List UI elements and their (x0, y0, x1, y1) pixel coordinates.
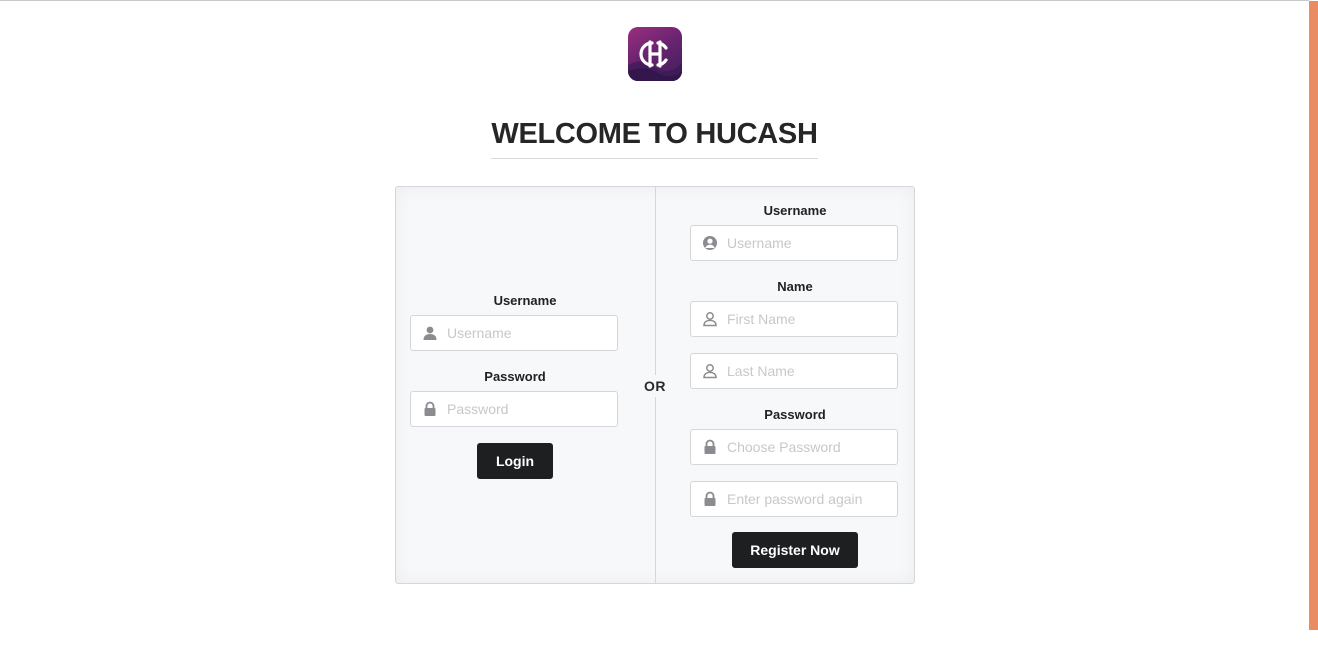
user-icon (422, 325, 438, 341)
or-separator: OR (640, 375, 670, 397)
register-username-field[interactable] (690, 225, 898, 261)
register-password-input[interactable] (727, 430, 893, 464)
lock-icon (702, 439, 718, 455)
register-last-name-field[interactable] (690, 353, 898, 389)
register-password-confirm-field[interactable] (690, 481, 898, 517)
login-password-label: Password (484, 369, 546, 384)
register-username-label: Username (763, 203, 827, 218)
login-username-label: Username (493, 293, 557, 308)
user-circle-icon (702, 235, 718, 251)
page-title: WELCOME TO HUCASH (491, 116, 818, 159)
login-username-input[interactable] (447, 316, 613, 350)
register-last-name-input[interactable] (727, 354, 893, 388)
login-username-field[interactable] (410, 315, 618, 351)
welcome-header: WELCOME TO HUCASH (0, 116, 1309, 159)
register-first-name-field[interactable] (690, 301, 898, 337)
login-password-field[interactable] (410, 391, 618, 427)
register-name-label: Name (777, 279, 813, 294)
scrollbar-accent[interactable] (1309, 1, 1318, 630)
user-outline-icon (702, 311, 718, 327)
register-password-label: Password (764, 407, 826, 422)
window-top-border (0, 0, 1318, 1)
user-outline-icon (702, 363, 718, 379)
lock-icon (422, 401, 438, 417)
auth-panel: Username Password Login OR Username Name (395, 186, 915, 584)
register-username-input[interactable] (727, 226, 893, 260)
login-password-input[interactable] (447, 392, 613, 426)
register-password-field[interactable] (690, 429, 898, 465)
page-scrollbar[interactable] (1309, 0, 1318, 645)
hucash-logo (628, 27, 682, 81)
login-button[interactable]: Login (477, 443, 553, 479)
register-password-confirm-input[interactable] (727, 482, 893, 516)
register-first-name-input[interactable] (727, 302, 893, 336)
register-now-button[interactable]: Register Now (732, 532, 858, 568)
lock-icon (702, 491, 718, 507)
